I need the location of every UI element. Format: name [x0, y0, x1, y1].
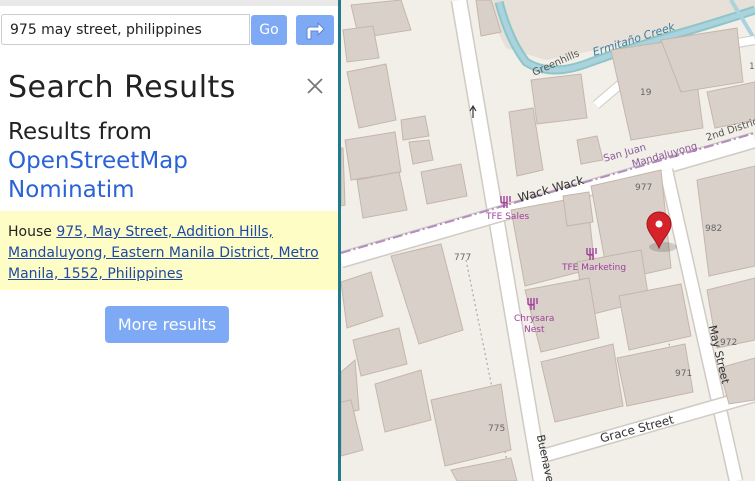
results-provider: Results from OpenStreetMap Nominatim	[8, 118, 308, 205]
go-button[interactable]: Go	[251, 15, 287, 45]
provider-link-line1[interactable]: OpenStreetMap	[8, 147, 308, 176]
house-number-972: 972	[720, 338, 738, 348]
search-result-item: House 975, May Street, Addition Hills, M…	[0, 211, 338, 290]
results-from-label: Results from	[8, 119, 152, 145]
provider-link[interactable]: OpenStreetMap Nominatim	[8, 147, 308, 205]
house-number-777: 777	[454, 253, 472, 263]
sidebar: 975 may street, philippines Go Search Re…	[0, 0, 338, 481]
sidebar-top-strip	[0, 0, 338, 6]
provider-link-line2[interactable]: Nominatim	[8, 176, 308, 205]
house-number-1: 1	[749, 62, 755, 72]
results-title: Search Results	[8, 70, 236, 105]
search-input[interactable]: 975 may street, philippines	[1, 14, 250, 45]
house-number-775: 775	[488, 424, 506, 434]
map-label-tfe-marketing: TFE Marketing	[562, 263, 627, 273]
map-label-tfe-sales: TFE Sales	[486, 212, 530, 222]
directions-icon	[306, 21, 325, 40]
map-view[interactable]: Ermitaño Creek Greenhills Wack Wack San …	[341, 0, 755, 481]
result-type-label: House	[8, 224, 52, 240]
house-number-971: 971	[675, 369, 693, 379]
house-number-19: 19	[640, 88, 652, 98]
directions-button[interactable]	[296, 15, 334, 45]
house-number-977: 977	[635, 183, 653, 193]
map-label-chrysara-nest: Nest	[524, 325, 545, 335]
close-icon[interactable]	[305, 76, 325, 96]
house-number-982: 982	[705, 224, 723, 234]
result-address-link[interactable]: 975, May Street, Addition Hills, Mandalu…	[8, 224, 319, 282]
more-results-button[interactable]: More results	[105, 306, 229, 343]
map-label-chrysara: Chrysara	[514, 314, 555, 324]
